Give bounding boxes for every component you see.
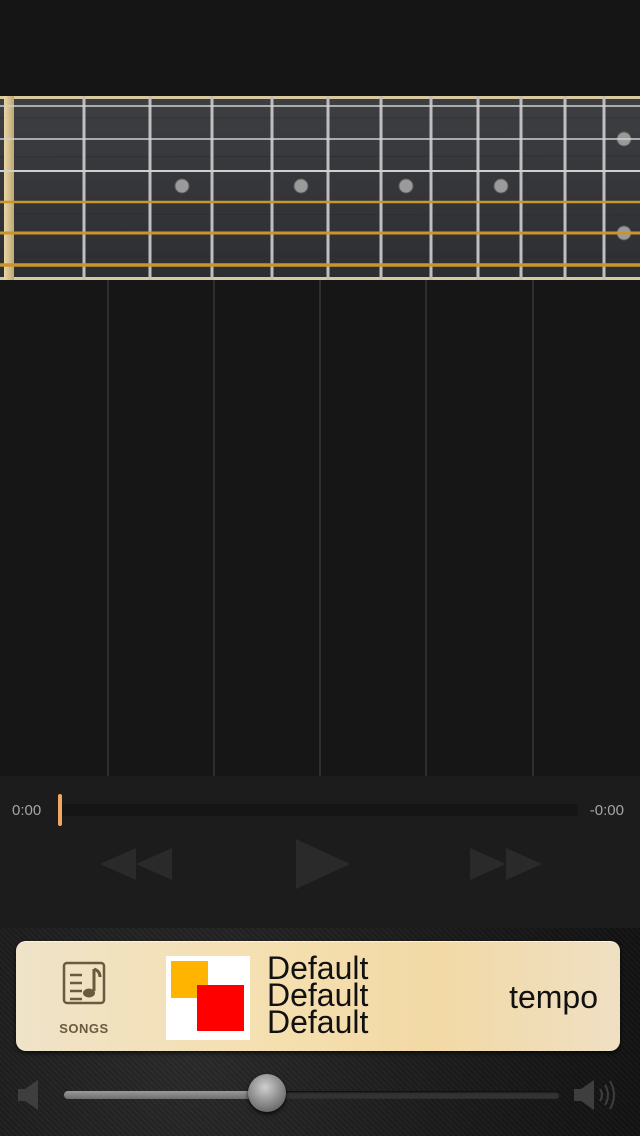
transport-controls: 0:00 -0:00 bbox=[0, 776, 640, 928]
string-lane-divider bbox=[425, 280, 427, 776]
fast-forward-button[interactable] bbox=[468, 834, 544, 894]
string-lane-divider bbox=[319, 280, 321, 776]
string-lane-divider bbox=[213, 280, 215, 776]
rewind-button[interactable] bbox=[98, 834, 174, 894]
guitar-fretboard[interactable] bbox=[0, 96, 640, 280]
play-button[interactable] bbox=[292, 834, 354, 894]
remaining-time: -0:00 bbox=[589, 802, 624, 819]
track-album: Default bbox=[267, 1004, 369, 1040]
progress-bar[interactable] bbox=[60, 804, 578, 816]
rewind-icon bbox=[98, 834, 174, 894]
string-lane-divider bbox=[107, 280, 109, 776]
speaker-high-icon bbox=[572, 1078, 620, 1117]
play-icon bbox=[292, 834, 354, 894]
speaker-low-icon bbox=[16, 1078, 42, 1117]
volume-fill bbox=[64, 1091, 268, 1099]
progress-thumb[interactable] bbox=[58, 794, 62, 826]
elapsed-time: 0:00 bbox=[12, 802, 42, 819]
volume-knob[interactable] bbox=[248, 1074, 287, 1112]
now-playing-panel: SONGS Default Default Default tempo bbox=[16, 941, 620, 1051]
volume-slider[interactable] bbox=[64, 1091, 560, 1099]
tempo-button[interactable]: tempo bbox=[509, 979, 598, 1016]
track-info: Default Default Default bbox=[267, 952, 487, 1040]
top-bar bbox=[0, 0, 640, 96]
album-art bbox=[166, 956, 250, 1040]
string-strum-area[interactable] bbox=[0, 280, 640, 776]
songs-button[interactable]: SONGS bbox=[56, 961, 112, 1039]
fast-forward-icon bbox=[468, 834, 544, 894]
music-note-sheet-icon bbox=[56, 961, 112, 1005]
string-lane-divider bbox=[532, 280, 534, 776]
volume-control bbox=[0, 1066, 640, 1124]
songs-label: SONGS bbox=[59, 1021, 109, 1036]
